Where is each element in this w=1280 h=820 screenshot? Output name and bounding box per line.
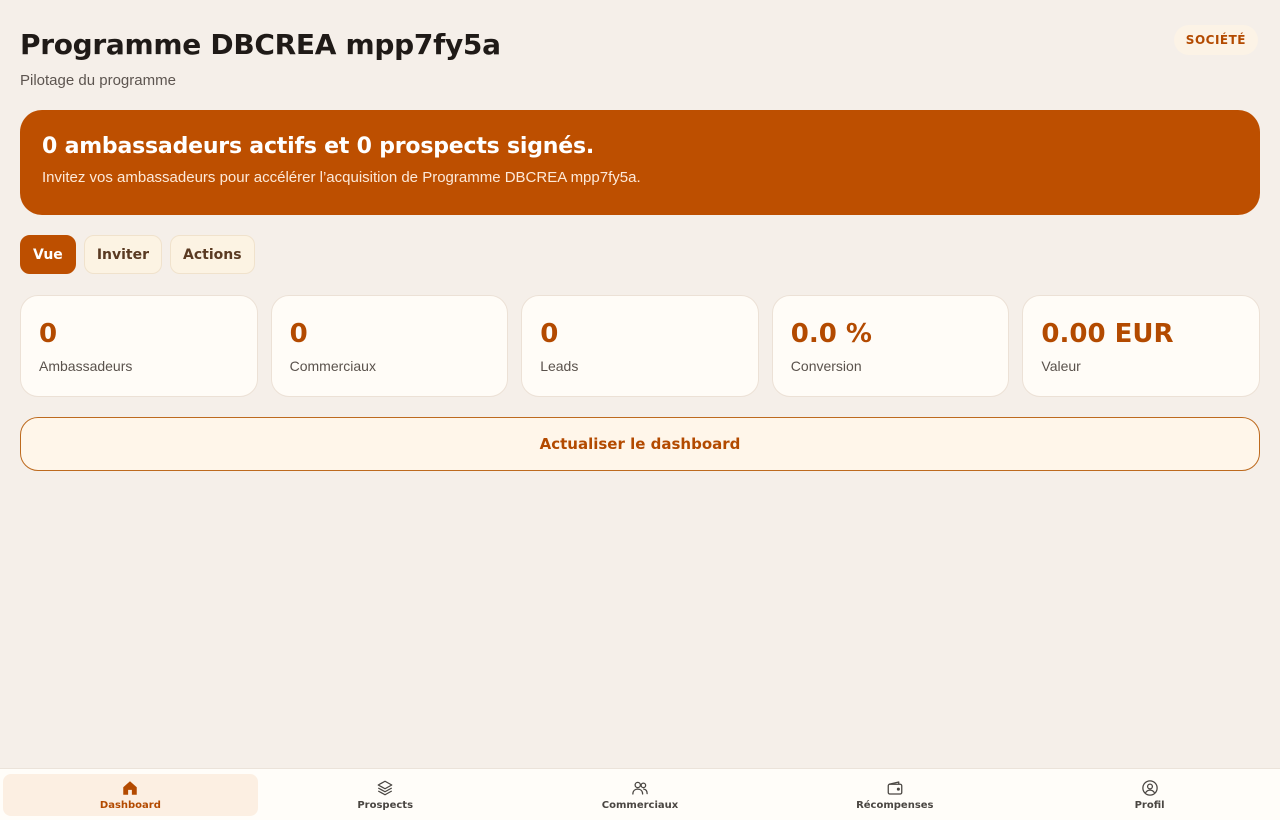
- role-badge: SOCIÉTÉ: [1173, 25, 1258, 55]
- stats-grid: 0 Ambassadeurs 0 Commerciaux 0 Leads 0.0…: [20, 295, 1260, 397]
- tab-bar: Vue Inviter Actions: [20, 235, 255, 274]
- nav-item-dashboard[interactable]: Dashboard: [3, 774, 258, 816]
- layers-icon: [377, 780, 393, 796]
- stat-card-leads: 0 Leads: [521, 295, 759, 397]
- nav-item-profil[interactable]: Profil: [1022, 774, 1277, 816]
- banner-title: 0 ambassadeurs actifs et 0 prospects sig…: [42, 134, 595, 159]
- nav-label: Profil: [1134, 800, 1165, 811]
- wallet-icon: [887, 781, 903, 795]
- page-title: Programme DBCREA mpp7fy5a: [20, 28, 501, 61]
- tab-inviter[interactable]: Inviter: [83, 235, 163, 274]
- nav-label: Commerciaux: [601, 800, 679, 811]
- stat-card-conversion: 0.0 % Conversion: [771, 295, 1010, 397]
- page: Programme DBCREA mpp7fy5a Pilotage du pr…: [20, 0, 1260, 471]
- nav-item-commerciaux[interactable]: Commerciaux: [513, 774, 768, 816]
- stat-label: Ambassadeurs: [39, 358, 133, 374]
- stat-value: 0: [540, 319, 559, 349]
- stat-label: Conversion: [790, 358, 862, 374]
- stat-value: 0: [39, 319, 58, 349]
- stat-value: 0.00 EUR: [1041, 319, 1174, 349]
- stat-label: Valeur: [1041, 358, 1081, 374]
- nav-label: Récompenses: [856, 800, 934, 811]
- tab-vue[interactable]: Vue: [20, 235, 76, 274]
- nav-item-recompenses[interactable]: Récompenses: [767, 774, 1022, 816]
- summary-banner: 0 ambassadeurs actifs et 0 prospects sig…: [20, 110, 1260, 215]
- nav-label: Prospects: [357, 800, 414, 811]
- nav-item-prospects[interactable]: Prospects: [258, 774, 513, 816]
- stat-value: 0: [289, 319, 308, 349]
- user-circle-icon: [1141, 780, 1158, 796]
- stat-label: Commerciaux: [289, 358, 376, 374]
- stat-card-commerciaux: 0 Commerciaux: [270, 295, 509, 397]
- stat-card-ambassadeurs: 0 Ambassadeurs: [20, 295, 258, 397]
- nav-label: Dashboard: [99, 800, 161, 811]
- stat-value: 0.0 %: [790, 319, 872, 349]
- stat-card-valeur: 0.00 EUR Valeur: [1022, 295, 1260, 397]
- bottom-nav: Dashboard Prospects Commerciaux Récompen…: [0, 768, 1280, 820]
- stat-label: Leads: [540, 358, 579, 374]
- home-icon: [123, 781, 138, 795]
- refresh-dashboard-button[interactable]: Actualiser le dashboard: [20, 417, 1260, 471]
- users-icon: [632, 781, 648, 795]
- tab-actions[interactable]: Actions: [170, 235, 255, 274]
- header: Programme DBCREA mpp7fy5a Pilotage du pr…: [20, 0, 1260, 110]
- banner-text: Invitez vos ambassadeurs pour accélérer …: [42, 169, 641, 186]
- page-subtitle: Pilotage du programme: [20, 72, 176, 89]
